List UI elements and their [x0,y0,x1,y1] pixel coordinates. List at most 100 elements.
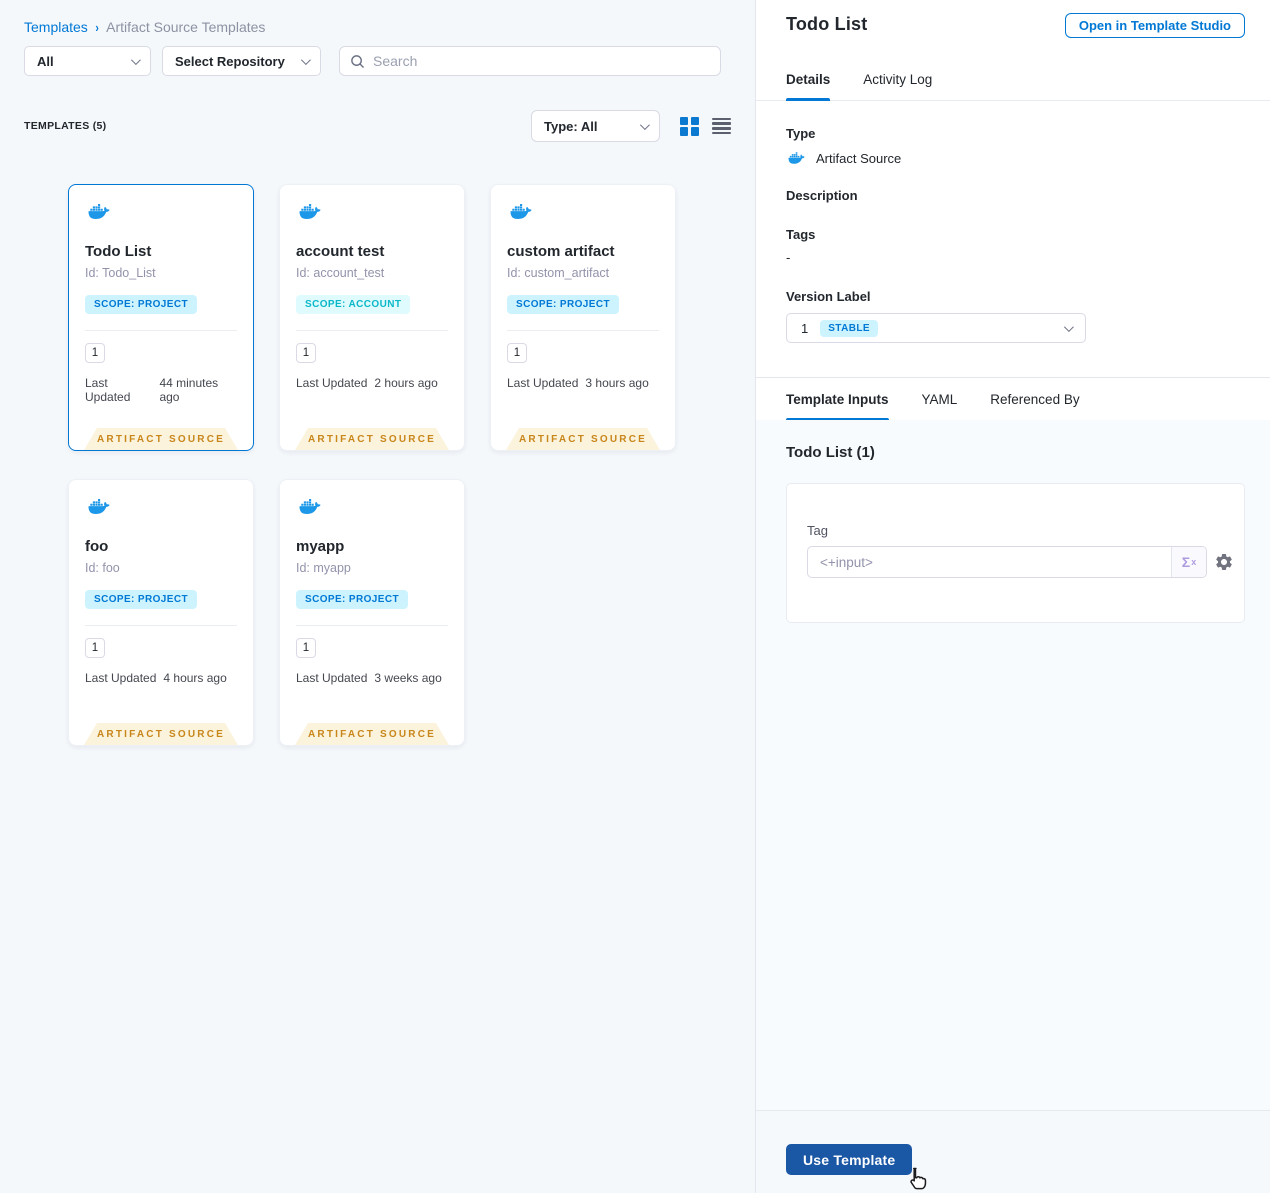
template-card-myapp[interactable]: myapp Id: myapp SCOPE: PROJECT 1 Last Up… [279,479,465,746]
version-chip: 1 [85,638,105,658]
expression-input-icon[interactable]: Σx [1171,547,1206,577]
tag-input[interactable] [808,547,1171,577]
scope-badge: SCOPE: PROJECT [296,590,408,609]
last-updated: Last Updated 3 hours ago [507,376,659,390]
use-template-button[interactable]: Use Template [786,1144,913,1175]
tab-template-inputs[interactable]: Template Inputs [786,378,889,421]
page-title: Todo List [786,14,868,34]
scope-badge: SCOPE: PROJECT [85,590,197,609]
chevron-down-icon [1063,321,1074,332]
search-box [339,46,721,76]
scope-badge: SCOPE: PROJECT [85,295,197,314]
version-chip: 1 [85,343,105,363]
last-updated-label: Last Updated [296,671,368,685]
search-icon [351,54,364,68]
artifact-source-ribbon: ARTIFACT SOURCE [84,428,238,450]
version-chip: 1 [296,638,316,658]
card-id: Id: Todo_List [85,266,156,280]
divider [296,330,448,331]
card-id: Id: myapp [296,561,351,575]
sigma-glyph: Σ [1181,554,1191,570]
inputs-card: Tag Σx [786,483,1245,623]
artifact-source-ribbon: ARTIFACT SOURCE [295,723,449,745]
last-updated: Last Updated 44 minutes ago [85,376,237,404]
last-updated-value: 44 minutes ago [159,376,219,404]
breadcrumb-templates-link[interactable]: Templates [24,19,88,35]
card-id: Id: custom_artifact [507,266,610,280]
version-select[interactable]: 1 STABLE [786,313,1086,343]
type-filter-value: Type: All [544,118,598,134]
last-updated-value: 2 hours ago [374,376,438,390]
template-details-panel: Todo List Open in Template Studio Detail… [755,0,1270,1193]
templates-list-panel: Templates › Artifact Source Templates Al… [0,0,755,1193]
version-label: Version Label [786,289,871,304]
last-updated-value: 3 weeks ago [374,671,442,685]
scope-filter-select[interactable]: All [24,46,151,76]
artifact-source-ribbon: ARTIFACT SOURCE [506,428,660,450]
breadcrumb-current: Artifact Source Templates [106,19,266,35]
last-updated-label: Last Updated [85,671,157,685]
scope-badge: SCOPE: PROJECT [507,295,619,314]
list-view-icon[interactable] [712,117,731,135]
artifact-source-ribbon: ARTIFACT SOURCE [295,428,449,450]
search-input[interactable] [373,53,710,69]
last-updated: Last Updated 4 hours ago [85,671,237,685]
chevron-down-icon [130,54,141,65]
tags-label: Tags [786,227,816,242]
last-updated-label: Last Updated [85,376,131,404]
tab-referenced-by[interactable]: Referenced By [990,378,1079,420]
version-chip: 1 [507,343,527,363]
divider [507,330,659,331]
tags-value: - [786,250,791,265]
last-updated-label: Last Updated [507,376,579,390]
tag-label: Tag [807,523,828,538]
last-updated: Last Updated 2 hours ago [296,376,448,390]
last-updated: Last Updated 3 weeks ago [296,671,448,685]
scope-badge: SCOPE: ACCOUNT [296,295,411,314]
card-title: Todo List [85,243,152,260]
docker-icon [296,201,324,222]
scope-filter-value: All [37,53,54,69]
tab-yaml[interactable]: YAML [922,378,958,420]
docker-icon [507,201,535,222]
repository-filter-select[interactable]: Select Repository [162,46,321,76]
artifact-source-ribbon: ARTIFACT SOURCE [84,723,238,745]
type-label: Type [786,126,816,141]
card-title: foo [85,538,109,555]
last-updated-value: 4 hours ago [163,671,227,685]
type-value: Artifact Source [816,150,902,166]
tab-details[interactable]: Details [786,59,831,101]
inputs-heading: Todo List (1) [786,444,875,461]
last-updated-label: Last Updated [296,376,368,390]
grid-view-icon[interactable] [680,116,699,136]
templates-count-label: TEMPLATES (5) [24,120,107,132]
docker-icon [85,496,113,517]
gear-icon[interactable] [1214,552,1234,572]
template-cards-grid: Todo List Id: Todo_List SCOPE: PROJECT 1… [0,142,755,746]
template-card-todo-list[interactable]: Todo List Id: Todo_List SCOPE: PROJECT 1… [68,184,254,451]
view-toggle [680,116,731,136]
last-updated-value: 3 hours ago [585,376,649,390]
type-filter-select[interactable]: Type: All [531,110,660,142]
chevron-down-icon [639,119,650,130]
card-title: myapp [296,538,345,555]
chevron-down-icon [300,54,311,65]
template-card-account-test[interactable]: account test Id: account_test SCOPE: ACC… [279,184,465,451]
divider [85,625,237,626]
breadcrumb-separator-icon: › [95,19,99,35]
divider [85,330,237,331]
open-in-template-studio-button[interactable]: Open in Template Studio [1064,13,1245,38]
card-title: custom artifact [507,243,615,260]
details-tabbar: Details Activity Log [756,59,1270,101]
template-card-foo[interactable]: foo Id: foo SCOPE: PROJECT 1 Last Update… [68,479,254,746]
card-title: account test [296,243,385,260]
tag-input-group: Σx [807,546,1207,578]
template-card-custom-artifact[interactable]: custom artifact Id: custom_artifact SCOP… [490,184,676,451]
divider [296,625,448,626]
docker-icon [786,150,807,166]
tab-activity-log[interactable]: Activity Log [863,59,932,100]
details-section: Type Artifact Source Description Tags - … [756,101,1270,377]
details-footer: Use Template [756,1110,1270,1193]
description-label: Description [786,188,858,203]
repository-filter-value: Select Repository [175,53,285,69]
